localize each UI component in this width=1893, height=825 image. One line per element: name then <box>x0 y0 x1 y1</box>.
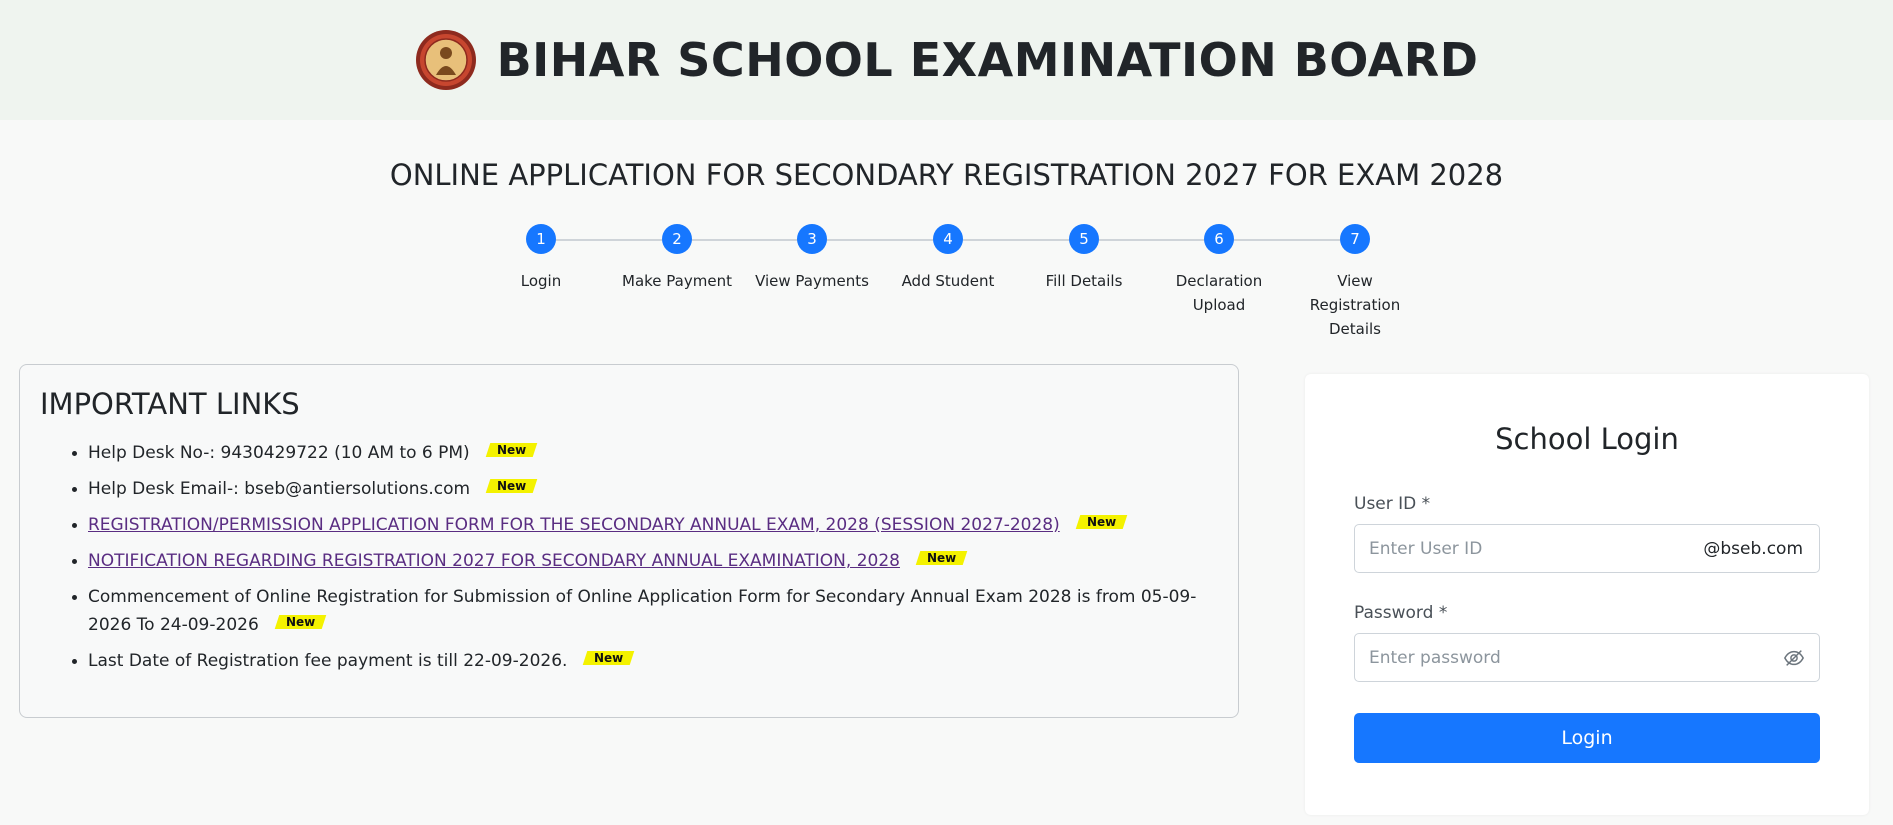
site-header: BIHAR SCHOOL EXAMINATION BOARD <box>0 0 1893 120</box>
list-item: NOTIFICATION REGARDING REGISTRATION 2027… <box>72 547 1218 575</box>
step-label: Fill Details <box>1045 272 1123 290</box>
notification-link[interactable]: NOTIFICATION REGARDING REGISTRATION 2027… <box>88 551 900 571</box>
required-mark: * <box>1421 494 1431 514</box>
header-brand: BIHAR SCHOOL EXAMINATION BOARD <box>415 29 1479 91</box>
step-label: Add Student <box>901 272 995 290</box>
new-badge: New <box>915 551 968 565</box>
list-item: Last Date of Registration fee payment is… <box>72 647 1218 675</box>
new-badge: New <box>583 651 635 665</box>
step-number: 2 <box>662 224 692 254</box>
step-view-registration-details[interactable]: 7 View Registration Details <box>1295 224 1415 341</box>
password-input[interactable] <box>1355 634 1783 681</box>
important-links-title: IMPORTANT LINKS <box>40 387 300 421</box>
school-login-card: School Login User ID * @bseb.com Passwor… <box>1305 374 1869 815</box>
new-badge: New <box>485 479 538 493</box>
step-number: 4 <box>933 224 963 254</box>
important-links-list: Help Desk No-: 9430429722 (10 AM to 6 PM… <box>40 439 1218 675</box>
step-login[interactable]: 1 Login <box>481 224 601 293</box>
step-label: Login <box>520 272 562 290</box>
login-button[interactable]: Login <box>1354 713 1820 763</box>
bseb-logo-icon <box>415 30 476 90</box>
required-mark: * <box>1438 603 1448 623</box>
new-badge: New <box>485 443 538 457</box>
step-fill-details[interactable]: 5 Fill Details <box>1024 224 1144 293</box>
helpdesk-email-text: Help Desk Email-: bseb@antiersolutions.c… <box>88 479 471 499</box>
step-label: Make Payment <box>622 272 732 290</box>
password-input-group <box>1354 633 1820 682</box>
list-item: Commencement of Online Registration for … <box>72 583 1218 639</box>
registration-dates-text: Commencement of Online Registration for … <box>88 587 1197 635</box>
step-make-payment[interactable]: 2 Make Payment <box>617 224 737 293</box>
user-id-input-group: @bseb.com <box>1354 524 1820 573</box>
step-label: View Payments <box>755 272 869 290</box>
step-number: 3 <box>797 224 827 254</box>
eye-slash-icon[interactable] <box>1783 647 1805 669</box>
step-declaration-upload[interactable]: 6 Declaration Upload <box>1159 224 1279 317</box>
step-number: 1 <box>526 224 556 254</box>
important-links-card: IMPORTANT LINKS Help Desk No-: 943042972… <box>19 364 1239 718</box>
site-title: BIHAR SCHOOL EXAMINATION BOARD <box>496 33 1479 87</box>
login-title: School Login <box>1495 422 1679 456</box>
list-item: Help Desk No-: 9430429722 (10 AM to 6 PM… <box>72 439 1218 467</box>
list-item: Help Desk Email-: bseb@antiersolutions.c… <box>72 475 1218 503</box>
user-id-label: User ID * <box>1354 494 1431 514</box>
step-label: View Registration Details <box>1309 272 1401 338</box>
step-view-payments[interactable]: 3 View Payments <box>752 224 872 293</box>
step-label: Declaration Upload <box>1175 272 1263 314</box>
new-badge: New <box>1075 515 1128 529</box>
step-number: 7 <box>1340 224 1370 254</box>
fee-deadline-text: Last Date of Registration fee payment is… <box>88 651 568 671</box>
step-add-student[interactable]: 4 Add Student <box>888 224 1008 293</box>
page-title: ONLINE APPLICATION FOR SECONDARY REGISTR… <box>389 158 1504 192</box>
new-badge: New <box>274 615 327 629</box>
user-id-domain-suffix: @bseb.com <box>1703 538 1803 559</box>
registration-form-link[interactable]: REGISTRATION/PERMISSION APPLICATION FORM… <box>88 515 1060 535</box>
step-number: 5 <box>1069 224 1099 254</box>
helpdesk-phone-text: Help Desk No-: 9430429722 (10 AM to 6 PM… <box>88 443 470 463</box>
step-number: 6 <box>1204 224 1234 254</box>
user-id-input[interactable] <box>1355 525 1704 572</box>
password-label: Password * <box>1354 603 1448 623</box>
list-item: REGISTRATION/PERMISSION APPLICATION FORM… <box>72 511 1218 539</box>
